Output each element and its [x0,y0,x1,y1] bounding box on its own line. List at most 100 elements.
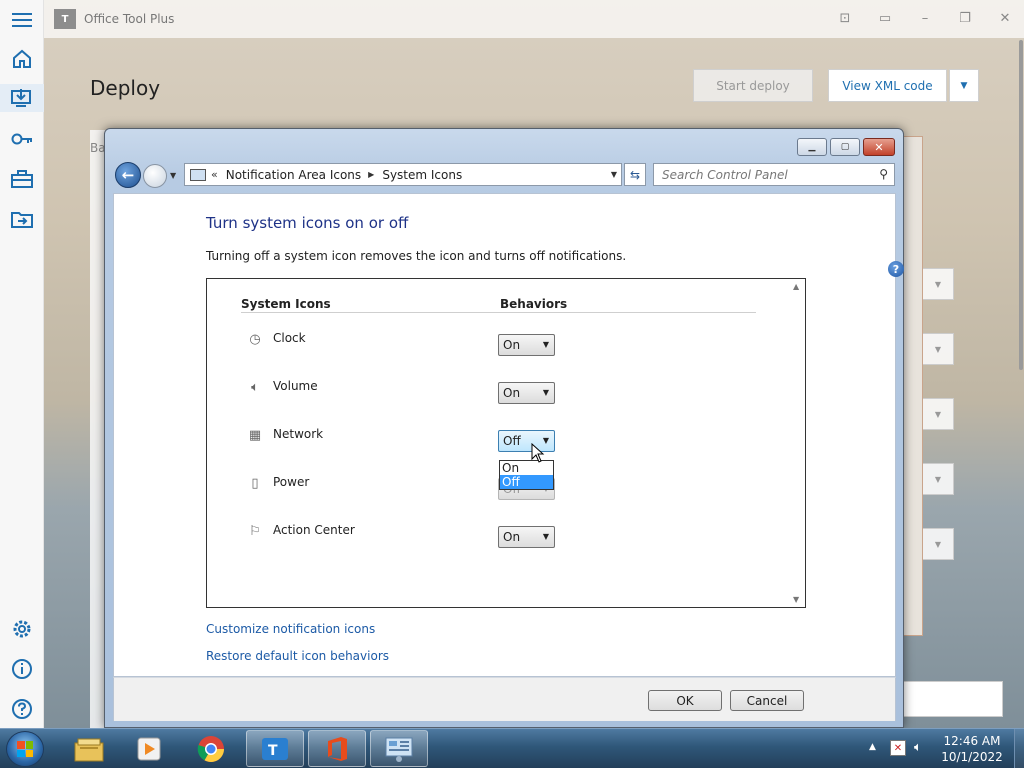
menu-icon[interactable] [8,6,36,34]
background-dialog-edge [903,136,923,636]
maximize-button[interactable]: ▢ [830,138,860,156]
view-xml-button[interactable]: View XML code [828,69,947,102]
search-placeholder: Search Control Panel [662,167,788,182]
app-combo-3[interactable]: ▼ [922,398,954,430]
address-bar[interactable]: « Notification Area Icons ▶ System Icons… [184,163,622,186]
feedback-icon[interactable]: ▭ [876,10,894,28]
svg-text:T: T [268,743,278,759]
row-label-action-center: Action Center [273,523,355,537]
computer-icon [190,168,206,181]
terminal-icon[interactable]: ⊡ [836,10,854,28]
convert-icon[interactable] [8,205,36,233]
cancel-button[interactable]: Cancel [730,690,804,711]
network-dropdown-list: On Off [499,460,554,490]
system-icons-window: ▁ ▢ ✕ ← ▼ « Notification Area Icons ▶ Sy… [104,128,904,728]
start-deploy-button[interactable]: Start deploy [693,69,813,102]
settings-icon[interactable] [8,615,36,643]
chevron-down-icon: ▼ [542,388,549,397]
page-heading: Turn system icons on or off [206,214,409,232]
key-icon[interactable] [8,125,36,153]
app-titlebar: T Office Tool Plus ⊡ ▭ – ❐ ✕ [44,0,1024,38]
customize-notification-icons-link[interactable]: Customize notification icons [206,622,375,636]
view-xml-dropdown-button[interactable]: ▼ [949,69,979,102]
home-icon[interactable] [8,45,36,73]
forward-button[interactable] [143,164,167,188]
page-description: Turning off a system icon removes the ic… [206,249,627,263]
toolbox-icon[interactable] [8,165,36,193]
row-label-power: Power [273,475,310,489]
info-icon[interactable] [8,655,36,683]
chevron-down-icon: ▼ [542,340,549,349]
office-icon[interactable] [308,730,366,767]
column-header-system-icons: System Icons [241,297,331,311]
windows-logo-icon [17,741,33,757]
windows-explorer-icon[interactable] [60,730,118,767]
search-icon[interactable]: ⚲ [879,167,888,181]
breadcrumb-system-icons[interactable]: System Icons [382,168,462,182]
deploy-icon[interactable] [0,84,44,112]
clock-date[interactable]: 10/1/2022 [934,750,1010,764]
office-tool-plus-icon[interactable]: T [246,730,304,767]
behavior-select-action-center[interactable]: On ▼ [498,526,555,548]
app-scrollbar[interactable] [1019,40,1023,370]
back-button[interactable]: ← [115,162,141,188]
control-panel-icon[interactable] [370,730,428,767]
close-button[interactable]: ✕ [863,138,895,156]
restore-default-behaviors-link[interactable]: Restore default icon behaviors [206,649,389,663]
header-divider [241,312,756,313]
scroll-down-icon[interactable]: ▼ [793,595,799,604]
refresh-button[interactable]: ⇆ [624,163,646,186]
restore-icon[interactable]: ❐ [956,10,974,28]
clock-time[interactable]: 12:46 AM [934,734,1010,748]
row-label-volume: Volume [273,379,318,393]
app-title: Office Tool Plus [84,12,175,26]
app-bottom-box [903,681,1003,717]
start-button[interactable] [6,731,44,767]
app-logo: T [54,9,76,29]
history-dropdown-icon[interactable]: ▼ [170,171,176,180]
action-center-icon: ⚐ [249,523,261,539]
app-combo-4[interactable]: ▼ [922,463,954,495]
row-label-clock: Clock [273,331,306,345]
power-icon: ▯ [251,475,259,491]
select-value: On [503,386,521,400]
close-icon[interactable]: ✕ [996,10,1014,28]
help-icon[interactable] [8,695,36,723]
dialog-footer: OK Cancel [113,677,896,721]
system-icons-list: System Icons Behaviors ◷ Clock On ▼ 🔈︎ Vo… [206,278,806,608]
mouse-cursor-icon [531,443,545,463]
chrome-icon[interactable] [182,730,240,767]
minimize-icon[interactable]: – [916,10,934,28]
select-value: Off [503,434,521,448]
address-overflow[interactable]: « [211,168,218,181]
minimize-button[interactable]: ▁ [797,138,827,156]
chevron-down-icon: ▼ [542,532,549,541]
show-hidden-icons-button[interactable]: ▲ [869,742,876,752]
search-input[interactable]: Search Control Panel ⚲ [653,163,895,186]
behavior-select-volume[interactable]: On ▼ [498,382,555,404]
help-icon[interactable]: ? [888,261,904,277]
app-combo-2[interactable]: ▼ [922,333,954,365]
list-scrollbar[interactable]: ▲ ▼ [789,279,805,607]
volume-tray-icon[interactable]: 🔈︎ [914,740,922,755]
network-icon: ▦ [248,427,262,443]
breadcrumb-notification-area-icons[interactable]: Notification Area Icons [226,168,361,182]
dropdown-option-on[interactable]: On [500,461,553,475]
column-header-behaviors: Behaviors [500,297,568,311]
dropdown-option-off[interactable]: Off [500,475,553,489]
clock-icon: ◷ [249,331,261,347]
scroll-up-icon[interactable]: ▲ [793,282,799,291]
breadcrumb-arrow-icon[interactable]: ▶ [368,170,374,179]
behavior-select-clock[interactable]: On ▼ [498,334,555,356]
behavior-select-network[interactable]: Off ▼ [498,430,555,452]
action-center-flag-icon[interactable]: ✕ [890,740,906,756]
address-dropdown-icon[interactable]: ▼ [611,170,617,179]
media-player-icon[interactable] [120,730,178,767]
select-value: On [503,338,521,352]
ok-button[interactable]: OK [648,690,722,711]
app-combo-1[interactable]: ▼ [922,268,954,300]
show-desktop-button[interactable] [1014,729,1024,768]
app-combo-5[interactable]: ▼ [922,528,954,560]
content-pane: ? Turn system icons on or off Turning of… [113,193,904,677]
app-sidebar [0,0,44,728]
